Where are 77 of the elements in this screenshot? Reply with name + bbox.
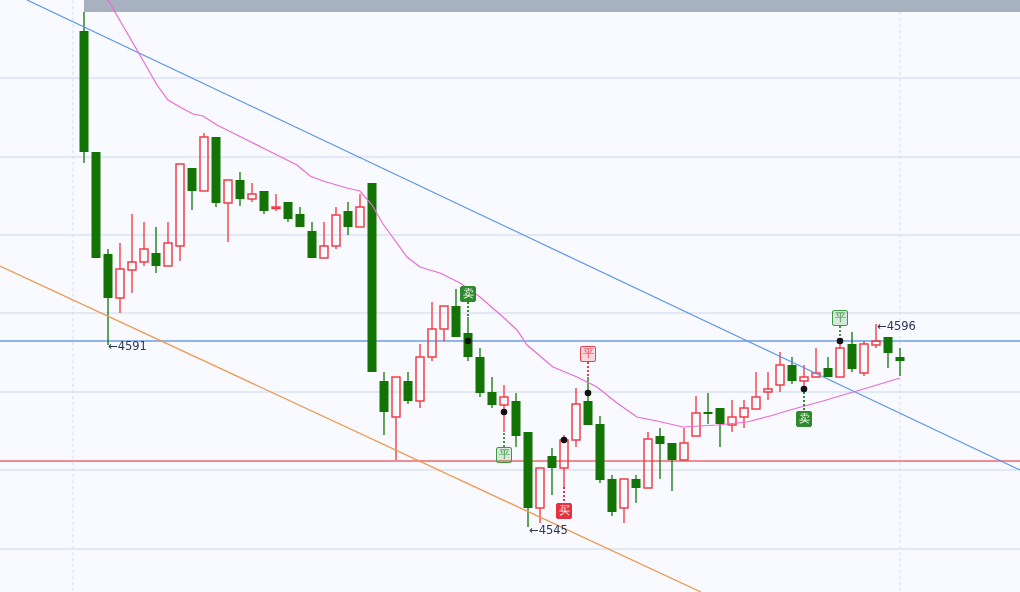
candlestick [811,347,821,378]
candlestick [559,434,569,488]
candlestick [199,132,209,192]
candlestick [379,371,389,436]
candlestick [847,331,857,373]
dot-icon [584,389,592,397]
candlestick [499,384,509,433]
candlestick [751,371,761,410]
candlestick [319,221,329,259]
candlestick [487,376,497,409]
candlestick [823,356,833,378]
leader-line [467,301,469,318]
candlestick [415,343,425,409]
candlestick [547,447,557,496]
candlestick [331,206,341,250]
dot-icon [836,337,844,345]
candlestick [115,242,125,314]
dot-icon [500,408,508,416]
dot-icon [464,337,472,345]
candlestick [583,376,593,426]
candlestick [427,301,437,362]
candlestick [187,167,197,211]
candlestick [259,190,269,215]
signal-marker: 卖 [460,286,476,302]
candlestick [763,371,773,401]
candlestick [271,193,281,212]
candlestick [475,347,485,398]
candlestick [355,193,365,228]
candlestick [859,340,869,377]
candlestick [403,371,413,405]
candlestick [151,226,161,274]
candlestick [295,206,305,228]
candlestick [247,182,257,203]
signal-marker: 平 [496,447,512,463]
candlestick [607,474,617,517]
candlestick [307,221,317,259]
candlestick [439,305,449,342]
candlestick [667,442,677,492]
candlestick [343,201,353,236]
leader-line [503,432,505,448]
candlestick [703,392,713,425]
leader-line [587,361,589,378]
candlestick [787,356,797,385]
signal-marker: 平 [832,310,848,326]
candlestick [235,171,245,207]
candlestick [511,392,521,448]
candlestick [451,288,461,338]
dot-icon [560,436,568,444]
candlestick [571,387,581,448]
signal-marker: 买 [556,503,572,519]
candlestick [679,427,689,461]
candlestick [655,427,665,480]
candlestick [211,136,221,208]
candlestick [631,474,641,504]
candlestick [535,467,545,524]
candlestick [727,399,737,433]
candlestick [283,201,293,223]
dot-icon [800,385,808,393]
candlestick [223,179,233,243]
candlestick [739,399,749,429]
price-label: ←4591 [108,339,147,353]
price-label: ←4545 [529,523,568,537]
price-label: ←4596 [877,319,916,333]
leader-line [563,486,565,504]
candlestick [163,221,173,267]
candlestick [643,431,653,489]
candlestick [715,407,725,448]
candlestick [895,347,905,377]
signal-marker: 卖 [796,411,812,427]
candlestick [775,351,785,393]
signal-marker: 平 [580,346,596,362]
candlestick [595,415,605,484]
candlestick [619,478,629,524]
leader-line [803,391,805,412]
candlestick [139,221,149,267]
candlestick [883,336,893,369]
candlestick [691,395,701,437]
